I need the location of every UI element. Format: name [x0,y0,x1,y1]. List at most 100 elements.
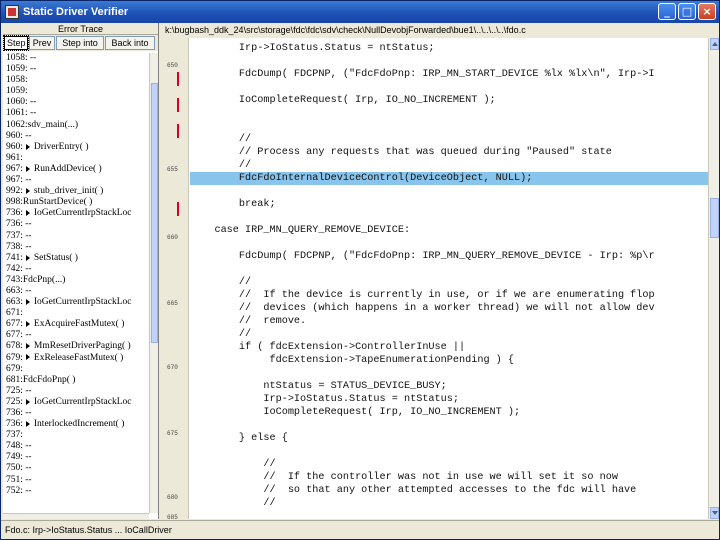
trace-line[interactable]: 736: InterlockedIncrement( ) [3,419,149,430]
trace-line[interactable]: 1058: [3,75,149,86]
trace-line[interactable]: 725: -- [3,386,149,397]
trace-line[interactable]: 960: DriverEntry( ) [3,142,149,153]
highlighted-code-line[interactable]: FdcFdoInternalDeviceControl(DeviceObject… [190,172,708,185]
expand-arrow-icon[interactable] [25,354,30,361]
prev-button[interactable]: Prev [29,36,55,50]
code-line[interactable]: Irp->IoStatus.Status = ntStatus; [190,393,708,406]
expand-arrow-icon[interactable] [25,187,30,194]
code-line[interactable]: Irp->IoStatus.Status = ntStatus; [190,42,708,55]
code-line[interactable] [190,185,708,198]
trace-line[interactable]: 1058: -- [3,53,149,64]
trace-list[interactable]: 1058: -- 1059: -- 1058: 1059: 1060: -- 1061: … [3,53,149,513]
expand-arrow-icon[interactable] [25,254,30,261]
code-view[interactable]: Irp->IoStatus.Status = ntStatus; FdcDump… [190,38,708,519]
trace-line[interactable]: 736: -- [3,219,149,230]
trace-line[interactable]: 1061: -- [3,108,149,119]
code-line[interactable] [190,367,708,380]
code-line[interactable] [190,55,708,68]
code-line[interactable] [190,445,708,458]
trace-line[interactable]: 960: -- [3,131,149,142]
trace-line[interactable]: 671: [3,308,149,319]
code-line[interactable]: // [190,458,708,471]
trace-line[interactable]: 1062:sdv_main(...) [3,120,149,131]
maximize-button[interactable]: □ [678,3,696,20]
code-line[interactable]: // devices (which happens in a worker th… [190,302,708,315]
trace-line[interactable]: 741: SetStatus( ) [3,253,149,264]
code-line[interactable] [190,419,708,432]
trace-hscrollbar[interactable] [3,513,149,519]
code-line[interactable] [190,211,708,224]
code-line[interactable] [190,120,708,133]
trace-line[interactable]: 681:FdcFdoPnp( ) [3,375,149,386]
scroll-up-arrow-icon[interactable] [710,38,719,50]
trace-line[interactable]: 679: ExReleaseFastMutex( ) [3,353,149,364]
code-line[interactable] [190,81,708,94]
code-line[interactable]: // [190,276,708,289]
code-line[interactable]: // [190,159,708,172]
trace-line[interactable]: 1060: -- [3,97,149,108]
trace-line[interactable]: 737: [3,430,149,441]
trace-line[interactable]: 748: -- [3,441,149,452]
expand-arrow-icon[interactable] [25,420,30,427]
code-line[interactable]: FdcDump( FDCPNP, ("FdcFdoPnp: IRP_MN_STA… [190,68,708,81]
code-line[interactable]: ntStatus = STATUS_DEVICE_BUSY; [190,380,708,393]
code-line[interactable]: } else { [190,432,708,445]
code-line[interactable]: // [190,497,708,510]
trace-line[interactable]: 678: MmResetDriverPaging( ) [3,341,149,352]
code-line[interactable]: IoCompleteRequest( Irp, IO_NO_INCREMENT … [190,94,708,107]
code-line[interactable]: case IRP_MN_QUERY_REMOVE_DEVICE: [190,224,708,237]
scroll-down-arrow-icon[interactable] [710,507,719,519]
code-line[interactable]: break; [190,198,708,211]
trace-line[interactable]: 1059: [3,86,149,97]
trace-scroll-thumb[interactable] [151,83,158,343]
trace-line[interactable]: 725: IoGetCurrentIrpStackLoc [3,397,149,408]
code-line[interactable] [190,237,708,250]
trace-line[interactable]: 738: -- [3,242,149,253]
title-bar[interactable]: Static Driver Verifier _ □ × [1,1,719,23]
trace-line[interactable]: 992: stub_driver_init( ) [3,186,149,197]
code-line[interactable]: // If the controller was not in use we w… [190,471,708,484]
trace-line[interactable]: 967: RunAddDevice( ) [3,164,149,175]
trace-line[interactable]: 677: -- [3,330,149,341]
trace-line[interactable]: 736: -- [3,408,149,419]
trace-line[interactable]: 961: [3,153,149,164]
trace-line[interactable]: 750: -- [3,463,149,474]
code-line[interactable]: FdcDump( FDCPNP, ("FdcFdoPnp: IRP_MN_QUE… [190,250,708,263]
trace-line[interactable]: 751: -- [3,475,149,486]
trace-line[interactable]: 663: IoGetCurrentIrpStackLoc [3,297,149,308]
step-into-button[interactable]: Step into [56,36,104,50]
code-line[interactable]: if ( fdcExtension->ControllerInUse || [190,341,708,354]
trace-line[interactable]: 743:FdcPnp(...) [3,275,149,286]
code-line[interactable]: // Process any requests that was queued … [190,146,708,159]
trace-line[interactable]: 737: -- [3,231,149,242]
code-line[interactable]: // remove. [190,315,708,328]
close-button[interactable]: × [698,3,716,20]
editor-scroll-thumb[interactable] [710,198,719,238]
expand-arrow-icon[interactable] [25,321,30,328]
expand-arrow-icon[interactable] [25,143,30,150]
trace-line[interactable]: 1059: -- [3,64,149,75]
trace-line[interactable]: 752: -- [3,486,149,497]
code-line[interactable]: // If the device is currently in use, or… [190,289,708,302]
trace-line[interactable]: 663: -- [3,286,149,297]
code-line[interactable] [190,263,708,276]
trace-line[interactable]: 749: -- [3,452,149,463]
step-button[interactable]: Step [3,35,29,51]
trace-line[interactable]: 679: [3,364,149,375]
code-line[interactable]: // so that any other attempted accesses … [190,484,708,497]
trace-line[interactable]: 677: ExAcquireFastMutex( ) [3,319,149,330]
code-line[interactable]: // [190,133,708,146]
code-line[interactable]: // [190,328,708,341]
expand-arrow-icon[interactable] [25,298,30,305]
minimize-button[interactable]: _ [658,3,676,20]
editor-scrollbar[interactable] [708,38,719,519]
trace-scrollbar[interactable] [149,53,158,513]
trace-line[interactable]: 967: -- [3,175,149,186]
trace-line[interactable]: 998:RunStartDevice( ) [3,197,149,208]
expand-arrow-icon[interactable] [25,398,30,405]
expand-arrow-icon[interactable] [25,165,30,172]
expand-arrow-icon[interactable] [25,210,30,217]
code-line[interactable]: IoCompleteRequest( Irp, IO_NO_INCREMENT … [190,406,708,419]
source-editor[interactable]: 650 655 660 665 670 675 680 685 Irp->IoStatus.S… [161,38,719,521]
code-line[interactable] [190,107,708,120]
